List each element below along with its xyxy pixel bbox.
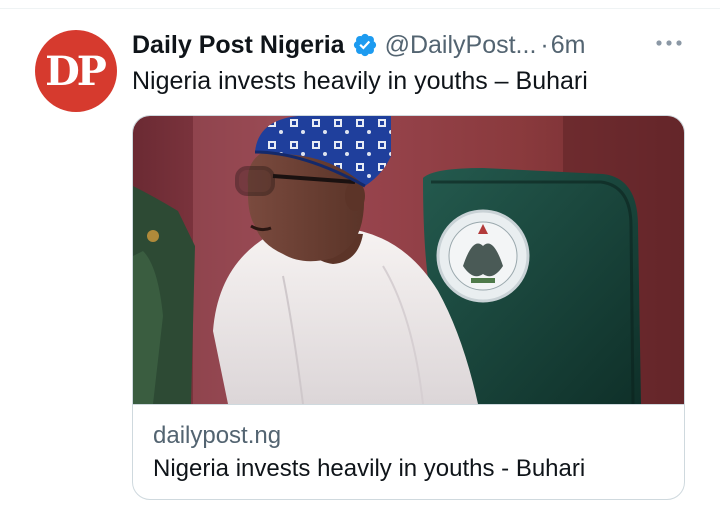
timestamp[interactable]: 6m <box>551 31 586 60</box>
card-domain[interactable]: dailypost.ng <box>153 422 281 450</box>
card-image[interactable] <box>133 116 684 404</box>
header-separator: · <box>540 30 549 59</box>
display-name[interactable]: Daily Post Nigeria <box>132 31 345 60</box>
more-horizontal-icon[interactable] <box>652 32 686 54</box>
avatar[interactable]: DP <box>35 30 117 112</box>
verified-badge-icon <box>352 32 378 58</box>
avatar-logo-text: DP <box>45 47 107 95</box>
card-footer[interactable]: dailypost.ng Nigeria invests heavily in … <box>133 404 684 499</box>
tweet[interactable]: DP Daily Post Nigeria @DailyPost... · 6m… <box>0 0 720 508</box>
user-handle[interactable]: @DailyPost... <box>385 31 537 60</box>
link-card[interactable]: dailypost.ng Nigeria invests heavily in … <box>132 115 685 500</box>
tweet-text: Nigeria invests heavily in youths – Buha… <box>132 67 588 95</box>
tweet-header: Daily Post Nigeria @DailyPost... · 6m <box>132 28 692 62</box>
card-title[interactable]: Nigeria invests heavily in youths - Buha… <box>153 455 585 483</box>
